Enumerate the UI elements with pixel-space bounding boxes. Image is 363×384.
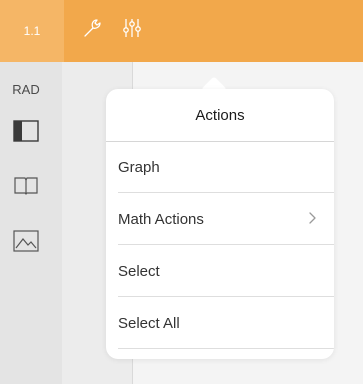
- menu-item-select-all[interactable]: Select All: [106, 297, 334, 349]
- settings-button[interactable]: [118, 16, 146, 44]
- page-tab[interactable]: 1.1: [0, 0, 64, 62]
- page-tab-label: 1.1: [23, 24, 41, 38]
- layout-panel-icon[interactable]: [13, 120, 39, 142]
- menu-item-label: Math Actions: [118, 210, 204, 228]
- wrench-icon: [79, 15, 105, 46]
- menu-item-math-actions[interactable]: Math Actions: [106, 193, 334, 245]
- menu-item-label: Select: [118, 262, 160, 280]
- actions-popover: Actions Graph Math Actions Select Select…: [106, 89, 334, 359]
- divider: [118, 348, 334, 349]
- tools-button[interactable]: [78, 16, 106, 44]
- top-toolbar: 1.1: [0, 0, 363, 62]
- popover-title: Actions: [106, 89, 334, 142]
- sliders-icon: [119, 15, 145, 46]
- book-icon[interactable]: [13, 174, 39, 196]
- app-window: 1.1 RAD Actions Graph Math Actions Selec…: [0, 0, 363, 384]
- angle-mode-label[interactable]: RAD: [0, 82, 52, 97]
- menu-item-label: Select All: [118, 314, 180, 332]
- graph-mountain-icon[interactable]: [13, 230, 39, 252]
- menu-item-label: Graph: [118, 158, 160, 176]
- sidebar: RAD: [0, 62, 62, 384]
- menu-item-graph[interactable]: Graph: [106, 141, 334, 193]
- chevron-right-icon: [306, 211, 320, 225]
- menu-item-select[interactable]: Select: [106, 245, 334, 297]
